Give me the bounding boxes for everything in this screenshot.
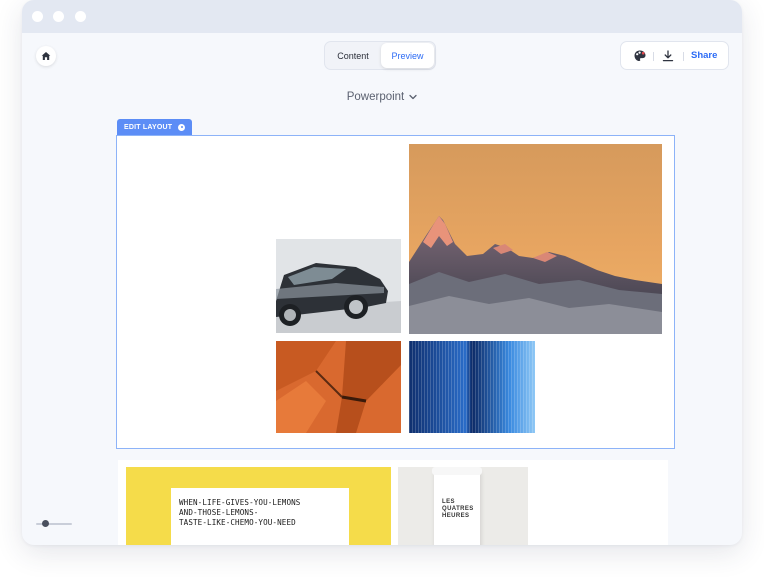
home-button[interactable] bbox=[36, 46, 56, 66]
tab-content[interactable]: Content bbox=[327, 43, 379, 68]
app-window: Content Preview Share Powerpoint EDIT LA… bbox=[22, 0, 742, 545]
mode-switch: Content Preview bbox=[324, 41, 436, 70]
gear-icon bbox=[178, 123, 186, 131]
cup-text: LES QUATRES HEURES bbox=[442, 499, 474, 520]
divider bbox=[653, 52, 654, 61]
palette-icon[interactable] bbox=[633, 49, 647, 63]
blue-texture-image[interactable] bbox=[409, 341, 535, 433]
cup-line: QUATRES bbox=[442, 506, 474, 512]
cup-image: LES QUATRES HEURES bbox=[398, 467, 528, 545]
edit-layout-label: EDIT LAYOUT bbox=[124, 123, 173, 131]
next-slide-preview[interactable]: WHEN-LIFE-GIVES-YOU-LEMONS AND-THOSE-LEM… bbox=[118, 460, 668, 545]
edit-layout-button[interactable]: EDIT LAYOUT bbox=[117, 119, 192, 135]
window-close-button[interactable] bbox=[32, 11, 43, 22]
chevron-down-icon bbox=[409, 94, 417, 100]
poster-text: WHEN-LIFE-GIVES-YOU-LEMONS AND-THOSE-LEM… bbox=[179, 498, 300, 528]
action-group: Share bbox=[620, 41, 729, 70]
share-button[interactable]: Share bbox=[691, 42, 717, 69]
poster-line: WHEN-LIFE-GIVES-YOU-LEMONS bbox=[179, 498, 301, 507]
zoom-handle[interactable] bbox=[41, 520, 49, 527]
poster-line: TASTE-LIKE-CHEMO-YOU-NEED bbox=[179, 518, 296, 527]
title-bar bbox=[22, 0, 742, 33]
download-icon[interactable] bbox=[661, 49, 675, 63]
cup-line: HEURES bbox=[442, 513, 470, 519]
window-maximize-button[interactable] bbox=[75, 11, 86, 22]
home-icon bbox=[41, 52, 51, 60]
slide-canvas[interactable] bbox=[116, 135, 675, 449]
poster-line: AND-THOSE-LEMONS- bbox=[179, 508, 259, 517]
divider bbox=[683, 52, 684, 61]
mountain-image[interactable] bbox=[409, 144, 662, 334]
cup-line: LES bbox=[442, 499, 455, 505]
format-selector-value: Powerpoint bbox=[346, 91, 405, 103]
car-image[interactable] bbox=[276, 239, 401, 333]
tab-preview[interactable]: Preview bbox=[381, 43, 434, 68]
lemon-poster-image: WHEN-LIFE-GIVES-YOU-LEMONS AND-THOSE-LEM… bbox=[126, 467, 391, 545]
orange-detail-image[interactable] bbox=[276, 341, 401, 433]
cup-lid bbox=[432, 467, 482, 475]
format-selector[interactable]: Powerpoint bbox=[322, 88, 442, 106]
zoom-slider[interactable] bbox=[36, 520, 72, 527]
window-minimize-button[interactable] bbox=[53, 11, 64, 22]
poster-card: WHEN-LIFE-GIVES-YOU-LEMONS AND-THOSE-LEM… bbox=[171, 488, 349, 545]
